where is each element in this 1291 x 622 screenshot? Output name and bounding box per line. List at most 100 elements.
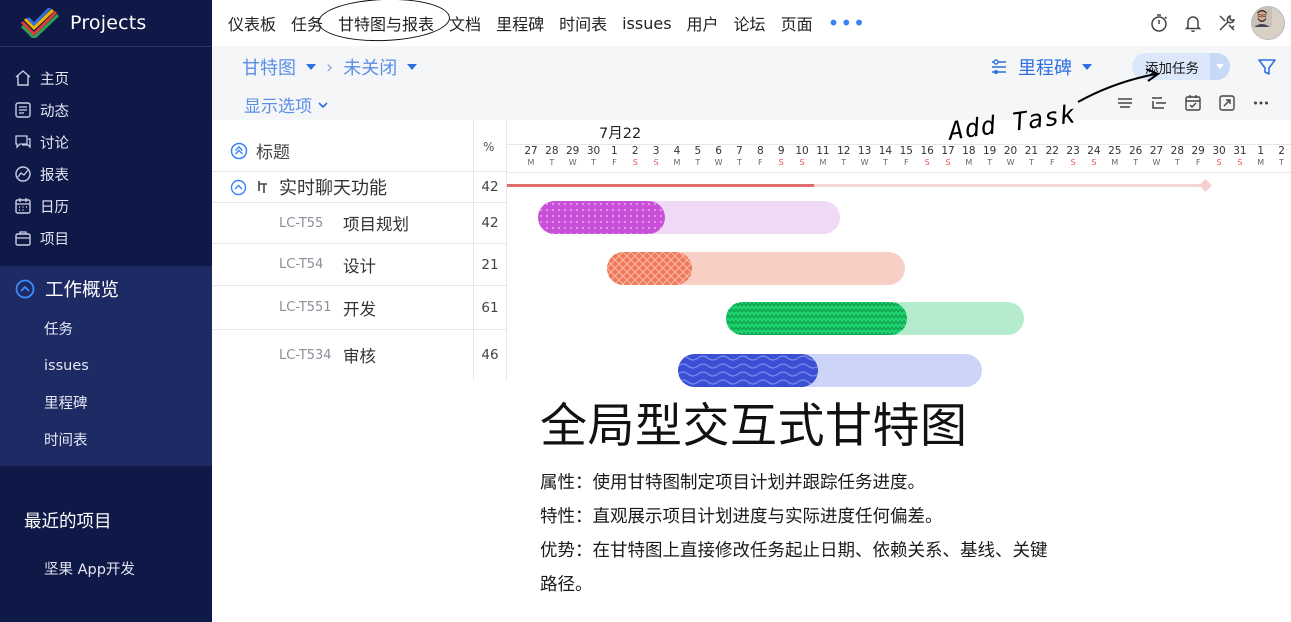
tab-dashboard[interactable]: 仪表板 <box>228 11 276 35</box>
weekday-letter: T <box>987 158 993 167</box>
task-bar-progress <box>725 302 908 335</box>
sidebar-item-calendar[interactable]: 日历 <box>14 190 204 222</box>
status-dropdown-icon[interactable] <box>407 64 418 70</box>
table-row[interactable]: LC-T534 审核 46 <box>212 330 506 380</box>
chevron-down-icon <box>318 101 328 108</box>
display-options-button[interactable]: 显示选项 <box>244 92 328 117</box>
day-number: 28 <box>545 145 559 157</box>
gantt-chart: 7月22 27 M 28 T 29 W 30 T 1 F 2 S 3 S 4 M 5 T 6 W 7 T 8 F 9 S 10 S 11… <box>506 120 1291 387</box>
day-column-label: 3S <box>645 145 667 168</box>
task-bar[interactable] <box>677 354 982 387</box>
day-number: 27 <box>524 145 538 157</box>
day-column-label: 10 S <box>791 145 813 168</box>
sidebar-item-label: 讨论 <box>40 135 69 152</box>
task-bar[interactable] <box>537 201 841 234</box>
filter-icon[interactable] <box>1256 56 1278 78</box>
task-bar[interactable] <box>725 302 1024 335</box>
workspace-item-issues[interactable]: issues <box>44 347 89 384</box>
task-id: LC-T54 <box>279 257 324 272</box>
collapse-all-icon[interactable] <box>230 142 248 160</box>
view-selector[interactable]: 甘特图 <box>242 54 296 80</box>
breadcrumb: 甘特图 › 未关闭 <box>242 54 418 80</box>
day-number: 30 <box>586 145 601 157</box>
tab-documents[interactable]: 文档 <box>449 11 481 35</box>
title-column-header[interactable]: 标题 <box>230 138 290 163</box>
day-number: 24 <box>1087 145 1101 157</box>
day-number: 13 <box>857 145 872 157</box>
day-number: 20 <box>1003 145 1018 157</box>
workspace-header[interactable]: 工作概览 <box>15 276 119 302</box>
parent-task-percent: 42 <box>481 179 499 195</box>
tab-timesheet[interactable]: 时间表 <box>559 11 607 35</box>
tab-issues[interactable]: issues <box>622 14 671 33</box>
day-column-label: 30 S <box>1208 145 1230 168</box>
day-column-label: 1F <box>603 145 625 168</box>
table-row[interactable]: LC-T551 开发 61 <box>212 286 506 330</box>
workspace-item-tasks[interactable]: 任务 <box>44 310 89 347</box>
more-horizontal-icon[interactable] <box>1252 94 1270 112</box>
task-percent: 42 <box>481 215 499 231</box>
weekday-letter: M <box>1257 158 1265 167</box>
projects-logo-icon <box>20 8 60 38</box>
percent-column-header: % <box>483 140 495 154</box>
expand-icon[interactable] <box>1218 94 1236 112</box>
table-row-parent[interactable]: 实时聊天功能 42 <box>212 172 506 203</box>
calendar-check-icon[interactable] <box>1184 94 1202 112</box>
timer-icon[interactable] <box>1149 13 1169 33</box>
tab-milestones[interactable]: 里程碑 <box>496 11 544 35</box>
day-number: 8 <box>757 145 764 157</box>
sidebar-item-projects[interactable]: 项目 <box>14 222 204 254</box>
sidebar-divider <box>0 46 212 47</box>
chevron-down-icon <box>1216 64 1224 69</box>
user-avatar[interactable] <box>1251 6 1285 40</box>
weekday-letter: S <box>945 158 951 167</box>
feature-line: 属性：使用甘特图制定项目计划并跟踪任务进度。 <box>540 473 925 493</box>
tab-users[interactable]: 用户 <box>687 11 719 35</box>
weekday-letter: T <box>695 158 701 167</box>
day-column-label: 16 S <box>916 145 938 168</box>
table-row[interactable]: LC-T55 项目规划 42 <box>212 203 506 244</box>
task-bar-progress <box>606 252 692 285</box>
tab-forums[interactable]: 论坛 <box>734 11 766 35</box>
weekday-letter: M <box>527 158 535 167</box>
display-options-label: 显示选项 <box>244 97 312 117</box>
weekday-letter: W <box>1006 158 1015 167</box>
weekday-letter: F <box>758 158 763 167</box>
day-column-label: 14 T <box>874 145 896 168</box>
top-nav-icons <box>1149 5 1285 41</box>
bell-icon[interactable] <box>1183 13 1203 33</box>
task-bar[interactable] <box>606 252 905 285</box>
day-number: 25 <box>1108 145 1122 157</box>
day-column-label: 28 T <box>541 145 563 168</box>
sidebar-item-reports[interactable]: 报表 <box>14 158 204 190</box>
task-title-cell: LC-T534 审核 <box>279 330 376 380</box>
summary-end-diamond[interactable] <box>1199 179 1213 192</box>
day-column-label: 24 S <box>1083 145 1105 168</box>
day-number: 15 <box>899 145 913 157</box>
weekday-letter: S <box>1237 158 1243 167</box>
day-column-label: 20 W <box>1000 145 1022 168</box>
weekday-letter: M <box>965 158 973 167</box>
tab-pages[interactable]: 页面 <box>781 11 813 35</box>
recent-projects-title: 最近的项目 <box>24 512 112 532</box>
day-column-label: 13 W <box>854 145 876 168</box>
day-number: 16 <box>920 145 934 157</box>
brand[interactable]: Projects <box>20 6 147 40</box>
more-tabs-button[interactable]: ••• <box>828 11 866 35</box>
day-number: 6 <box>715 145 722 157</box>
sidebar-item-discussion[interactable]: 讨论 <box>14 126 204 158</box>
chevron-up-circle-icon[interactable] <box>230 179 247 196</box>
table-row[interactable]: LC-T54 设计 21 <box>212 244 506 286</box>
tab-gantt-reports[interactable]: 甘特图与报表 <box>338 11 434 35</box>
weekday-letter: S <box>1216 158 1222 167</box>
sidebar-item-home[interactable]: 主页 <box>14 62 204 94</box>
status-filter-selector[interactable]: 未关闭 <box>343 54 397 80</box>
weekday-letter: W <box>714 158 723 167</box>
workspace-item-timesheet[interactable]: 时间表 <box>44 421 89 458</box>
tools-icon[interactable] <box>1217 13 1237 33</box>
recent-project-item[interactable]: 坚果 App开发 <box>44 558 135 579</box>
workspace-item-milestones[interactable]: 里程碑 <box>44 384 89 421</box>
view-dropdown-icon[interactable] <box>306 64 316 70</box>
sidebar-item-feed[interactable]: 动态 <box>14 94 204 126</box>
add-task-dropdown[interactable] <box>1210 53 1230 80</box>
